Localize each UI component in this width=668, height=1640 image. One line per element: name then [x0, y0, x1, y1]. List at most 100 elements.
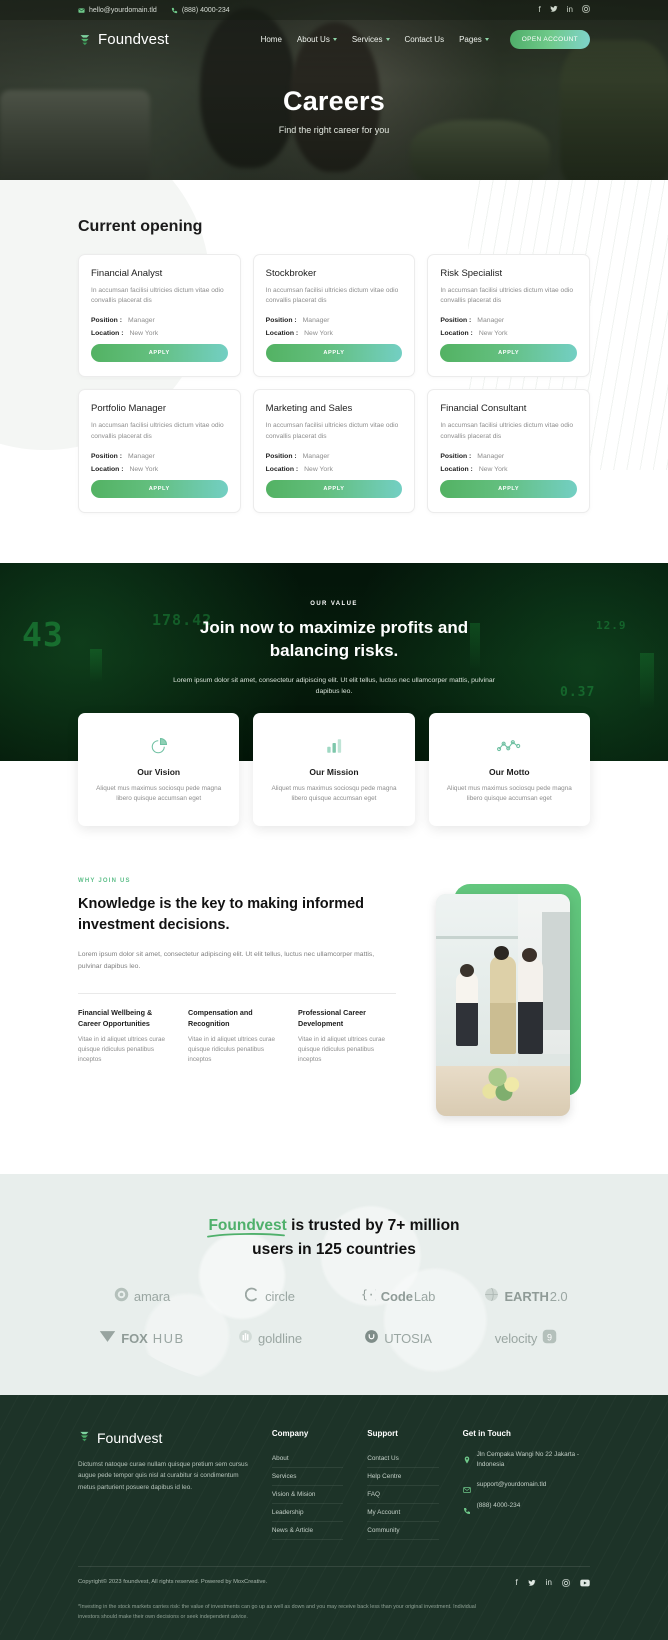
brand-name: Foundvest [98, 30, 169, 48]
logo-text-bold: EARTH [504, 1289, 549, 1305]
topbar-email[interactable]: hello@yourdomain.tld [78, 7, 157, 14]
footer-link[interactable]: Leadership [271, 1504, 344, 1522]
apply-button[interactable]: APPLY [440, 344, 577, 363]
nav-item-services[interactable]: Services [352, 35, 390, 44]
position-label: Position : [265, 452, 297, 460]
topbar-email-text: hello@yourdomain.tld [89, 6, 157, 14]
job-location-row: Location : New York [91, 466, 228, 473]
value-card-title: Our Motto [489, 766, 530, 777]
disclaimer-text: *Investing in the stock markets carries … [78, 1603, 476, 1620]
feature-title: Financial Wellbeing & Career Opportuniti… [78, 1008, 153, 1028]
value-card-vision: Our Vision Aliquet mus maximus sociosqu … [78, 712, 240, 827]
footer-link[interactable]: Contact Us [367, 1450, 439, 1468]
twitter-icon[interactable] [550, 5, 558, 15]
job-location-row: Location : New York [266, 330, 403, 337]
job-position-row: Position : Manager [91, 317, 228, 324]
chevron-down-icon [484, 37, 489, 41]
position-value: Manager [302, 317, 330, 325]
apply-button[interactable]: APPLY [440, 479, 577, 498]
partner-logos: amara circle {·} Code Lab EARTH 2.0 FOX … [78, 1287, 590, 1349]
position-label: Position : [265, 317, 297, 325]
job-card: Risk Specialist In accumsan facilisi ultr… [427, 254, 590, 378]
twitter-icon[interactable] [528, 1579, 536, 1589]
logo-text: HUB [152, 1331, 185, 1347]
topbar-social-links: f in [539, 5, 590, 15]
power-u-icon [364, 1329, 379, 1349]
logo-text: velocity [494, 1331, 538, 1347]
brand-logo[interactable]: Foundvest [78, 31, 169, 48]
apply-button[interactable]: APPLY [91, 344, 228, 363]
openings-heading: Current opening [78, 218, 203, 235]
location-label: Location : [440, 465, 473, 473]
footer-brand-column: Foundvest Dictumst natoque curae nullam … [78, 1429, 248, 1540]
apply-button[interactable]: APPLY [265, 479, 403, 498]
top-contact-bar: hello@yourdomain.tld (888) 4000-234 f in [0, 0, 668, 20]
why-join-image [436, 884, 581, 1117]
contact-email[interactable]: support@yourdomain.tld [462, 1480, 590, 1494]
logo-text-bold: Code [380, 1289, 413, 1305]
footer-link[interactable]: Community [367, 1522, 439, 1540]
logo-codelab: {·} Code Lab [361, 1287, 436, 1307]
position-value: Manager [127, 317, 155, 325]
footer-link[interactable]: Services [271, 1468, 344, 1486]
nav-item-contact-us[interactable]: Contact Us [405, 35, 445, 44]
contact-phone[interactable]: (888) 4000-234 [463, 1501, 590, 1514]
logo-text: 2.0 [549, 1289, 568, 1305]
job-card: Stockbroker In accumsan facilisi ultricie… [252, 254, 416, 378]
bars-circle-icon [238, 1329, 253, 1349]
footer-link[interactable]: News & Article [271, 1522, 344, 1540]
instagram-icon[interactable] [562, 1579, 570, 1589]
value-card-mission: Our Mission Aliquet mus maximus sociosqu… [253, 712, 415, 827]
footer-column-support: Support Contact Us Help Centre FAQ My Accou… [367, 1429, 439, 1540]
chevron-down-icon [385, 37, 390, 41]
job-title: Risk Specialist [440, 268, 503, 279]
nav-label: Contact Us [404, 34, 445, 44]
phone-icon [171, 7, 178, 14]
footer-link[interactable]: About [271, 1450, 344, 1468]
linkedin-icon[interactable]: in [546, 1578, 552, 1589]
youtube-icon[interactable] [580, 1579, 590, 1589]
job-description: In accumsan facilisi ultricies dictum vi… [440, 287, 573, 305]
job-position-row: Position : Manager [266, 317, 403, 324]
position-value: Manager [302, 452, 330, 460]
footer-social-links: f in [516, 1578, 590, 1589]
value-card-title: Our Vision [137, 766, 181, 777]
instagram-icon[interactable] [582, 5, 590, 15]
logo-text-bold: FOX [121, 1331, 148, 1347]
job-card: Marketing and Sales In accumsan facilisi … [252, 389, 416, 513]
trusted-heading-rest: is trusted by 7+ million [291, 1217, 460, 1235]
underline-swoosh-icon [207, 1233, 286, 1238]
position-label: Position : [91, 317, 122, 325]
contact-address: Jln Cempaka Wangi No 22 Jakarta - Indone… [463, 1450, 590, 1471]
apply-button[interactable]: APPLY [265, 344, 403, 363]
trusted-heading: Foundvest is trusted by 7+ million users… [78, 1214, 590, 1261]
open-account-button[interactable]: OPEN ACCOUNT [509, 29, 590, 49]
apply-button[interactable]: APPLY [91, 479, 228, 498]
nav-item-about-us[interactable]: About Us [297, 35, 337, 44]
value-eyebrow: OUR VALUE [310, 600, 358, 607]
value-card-title: Our Mission [309, 766, 359, 777]
feature-description: Vitae in id aliquet ultrices curae quisq… [298, 1036, 386, 1064]
facebook-icon[interactable]: f [539, 6, 541, 14]
location-label: Location : [265, 465, 299, 473]
phone-icon [463, 1502, 471, 1514]
footer-link[interactable]: Help Centre [367, 1468, 439, 1486]
footer-link[interactable]: My Account [367, 1504, 439, 1522]
facebook-icon[interactable]: f [516, 1578, 518, 1589]
target-circle-icon [114, 1287, 129, 1307]
topbar-phone[interactable]: (888) 4000-234 [171, 7, 230, 14]
job-position-row: Position : Manager [91, 453, 228, 460]
envelope-icon [462, 1481, 471, 1494]
job-location-row: Location : New York [91, 330, 228, 337]
logo-earth20: EARTH 2.0 [484, 1287, 568, 1307]
value-card-desc: Aliquet mus maximus sociosqu pede magna … [446, 784, 572, 803]
footer-brand[interactable]: Foundvest [78, 1429, 248, 1448]
footer-link[interactable]: FAQ [367, 1486, 439, 1504]
job-description: In accumsan facilisi ultricies dictum vi… [91, 287, 224, 305]
nav-item-home[interactable]: Home [261, 35, 282, 44]
position-value: Manager [477, 317, 505, 325]
nav-item-pages[interactable]: Pages [459, 35, 489, 44]
footer-link[interactable]: Vision & Mision [271, 1486, 344, 1504]
linkedin-icon[interactable]: in [567, 6, 573, 14]
nav-label: Pages [459, 34, 482, 44]
